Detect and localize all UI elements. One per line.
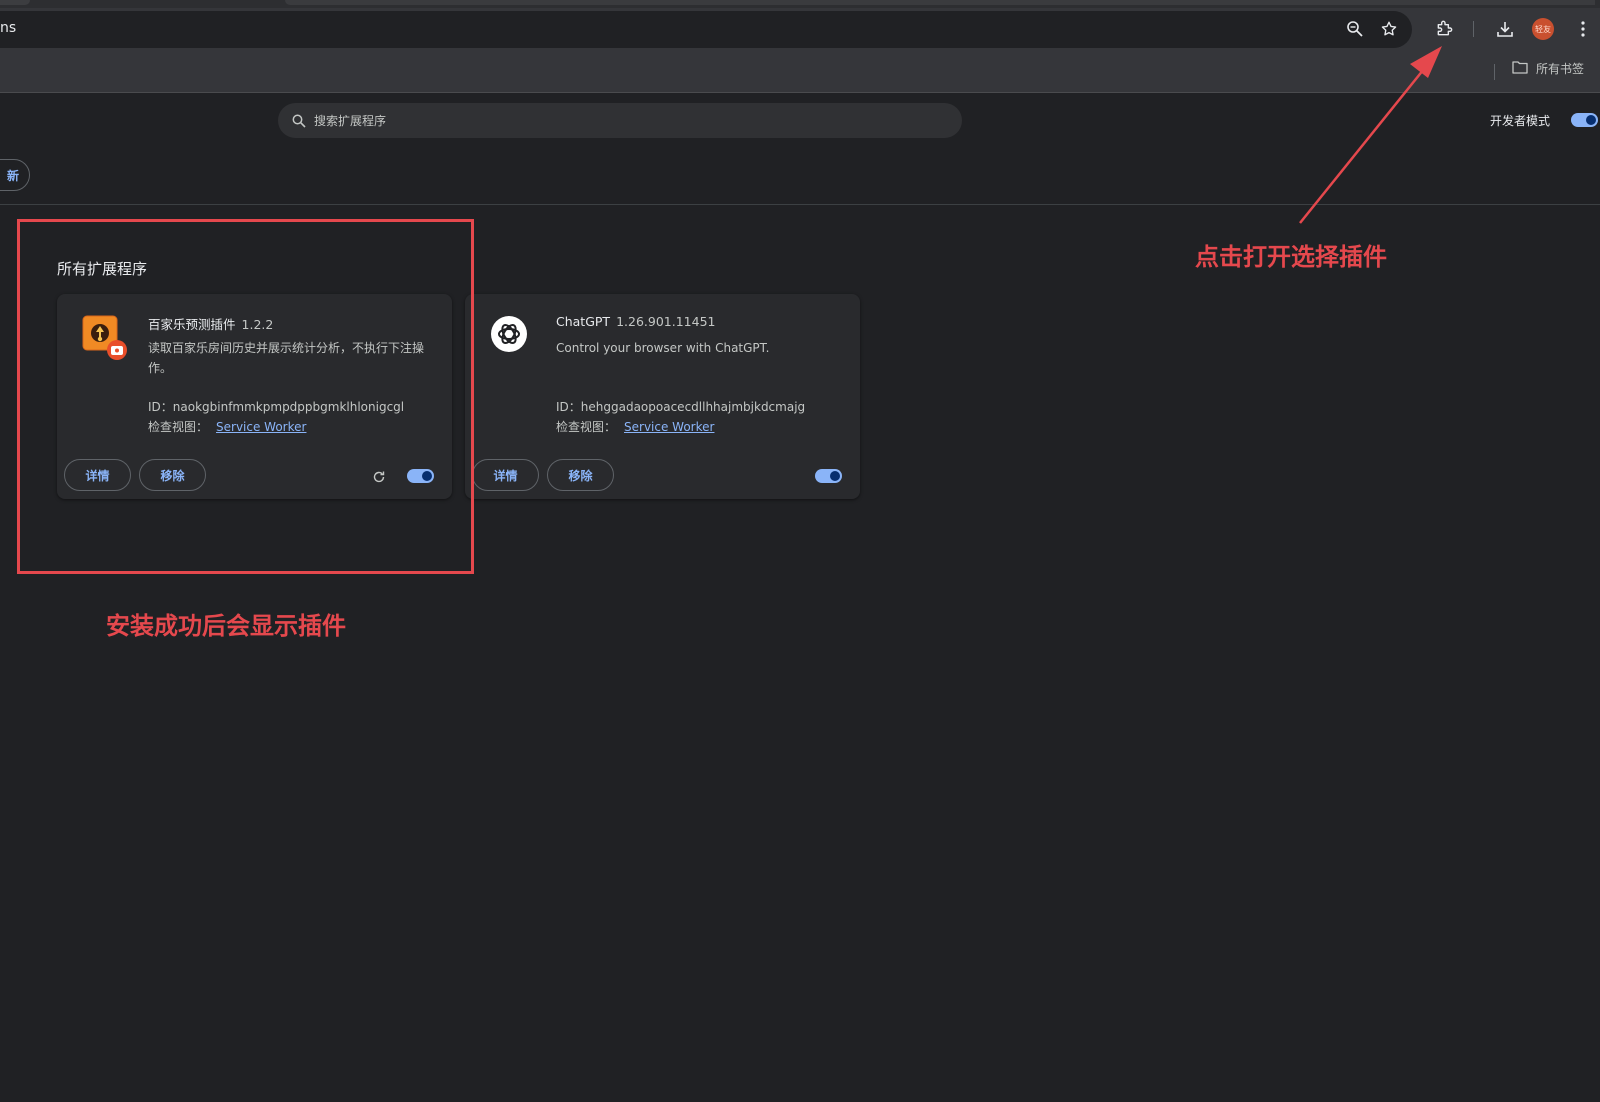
download-icon[interactable] xyxy=(1494,18,1516,40)
search-placeholder: 搜索扩展程序 xyxy=(314,114,387,128)
bookmarks-bar xyxy=(0,62,1600,93)
openai-logo-icon xyxy=(489,314,537,362)
id-label: ID： xyxy=(556,400,581,414)
all-bookmarks-button[interactable]: 所有书签 xyxy=(1512,60,1584,77)
dev-mode-toggle[interactable] xyxy=(1571,113,1598,127)
search-icon xyxy=(292,114,306,128)
extensions-puzzle-icon[interactable] xyxy=(1434,17,1456,39)
bookmark-star-icon[interactable] xyxy=(1378,18,1400,40)
extension-name: ChatGPT 1.26.901.11451 xyxy=(556,314,715,329)
installed-hint: 安装成功后会显示插件 xyxy=(106,612,346,640)
highlight-box xyxy=(17,219,474,574)
address-bar[interactable] xyxy=(0,11,1412,48)
header-divider xyxy=(0,204,1600,205)
extension-id-line: ID：hehggadaopoacecdllhhajmbjkdcmajg xyxy=(556,398,805,415)
dev-mode-label: 开发者模式 xyxy=(1490,114,1551,128)
bookmarks-separator xyxy=(1494,64,1495,80)
extension-description: Control your browser with ChatGPT. xyxy=(556,341,770,355)
extension-title: ChatGPT xyxy=(556,314,611,329)
folder-icon xyxy=(1512,60,1528,77)
extension-card: ChatGPT 1.26.901.11451 Control your brows… xyxy=(465,294,860,499)
profile-avatar[interactable]: 轻友 xyxy=(1532,18,1554,40)
toolbar-separator xyxy=(1473,21,1474,37)
service-worker-link[interactable]: Service Worker xyxy=(624,420,714,434)
extension-enable-toggle[interactable] xyxy=(815,469,842,483)
extension-id: hehggadaopoacecdllhhajmbjkdcmajg xyxy=(580,400,806,414)
active-tab[interactable] xyxy=(285,0,1595,5)
all-bookmarks-label: 所有书签 xyxy=(1536,62,1585,76)
extension-version: 1.26.901.11451 xyxy=(616,314,716,329)
zoom-icon[interactable] xyxy=(1344,18,1366,40)
address-bar-text[interactable]: ns xyxy=(0,20,16,36)
details-button[interactable]: 详情 xyxy=(472,459,539,491)
update-button[interactable]: 新 xyxy=(0,159,30,191)
puzzle-hint: 点击打开选择插件 xyxy=(1195,243,1387,271)
tab-edge[interactable] xyxy=(0,0,30,5)
browser-menu-icon[interactable] xyxy=(1572,18,1594,40)
inspect-views-line: 检查视图： Service Worker xyxy=(556,418,714,435)
inspect-label: 检查视图： xyxy=(556,420,617,434)
remove-button[interactable]: 移除 xyxy=(547,459,614,491)
search-extensions-field[interactable]: 搜索扩展程序 xyxy=(278,103,962,138)
